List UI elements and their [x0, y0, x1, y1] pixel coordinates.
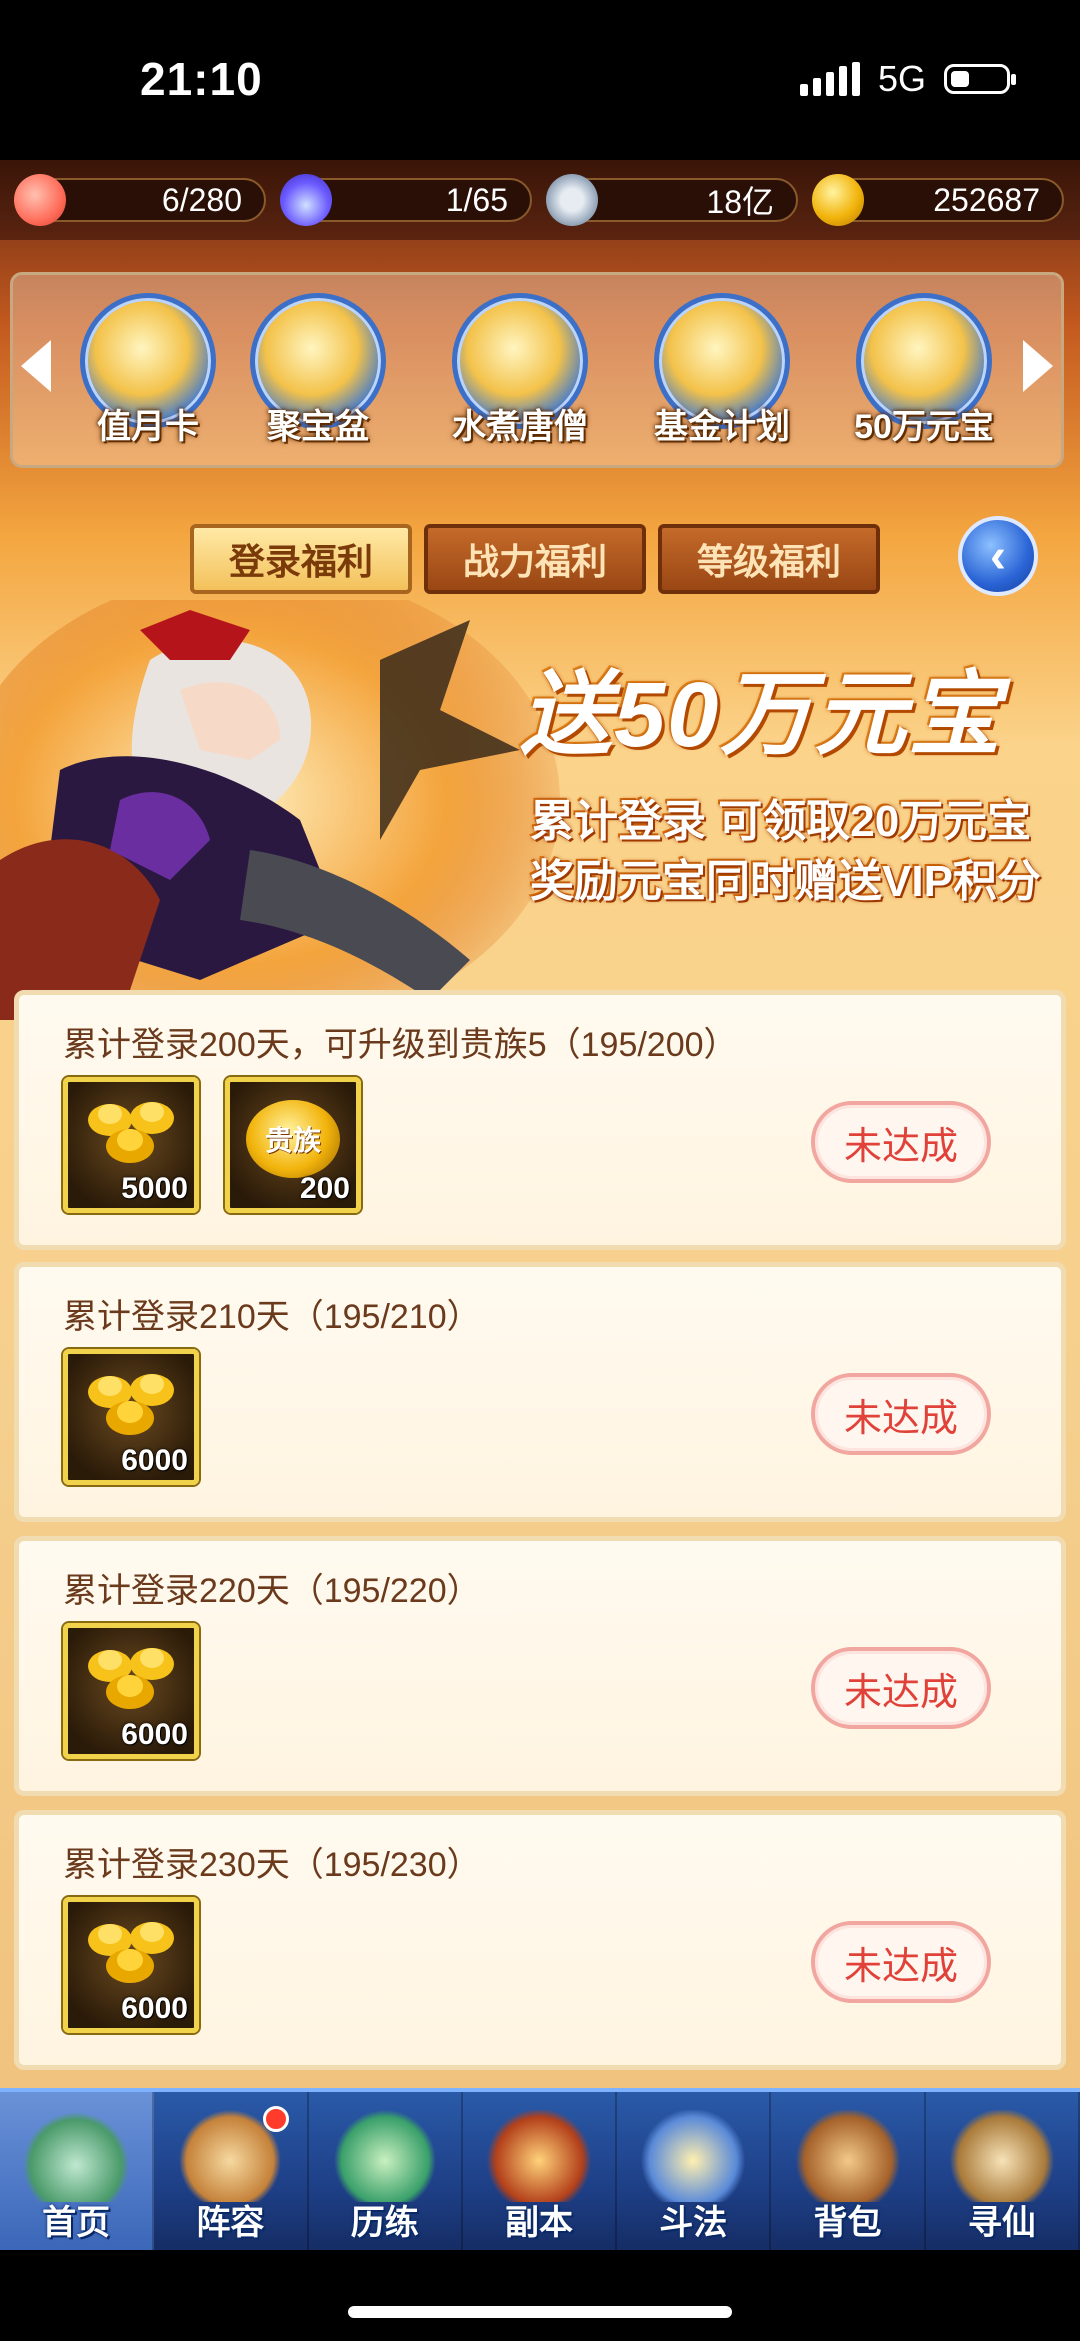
nav-label: 阵容: [196, 2204, 265, 2242]
training-icon: [332, 2110, 437, 2202]
peach-icon: [14, 174, 66, 226]
nav-label: 斗法: [659, 2204, 728, 2242]
carousel-right-arrow-icon[interactable]: [1023, 340, 1053, 392]
item-quantity: 6000: [121, 1992, 188, 2025]
tab-login-welfare[interactable]: 登录福利: [190, 524, 412, 594]
nav-item-home[interactable]: 首页: [0, 2092, 155, 2250]
copper-coin-icon: [546, 174, 598, 226]
back-button[interactable]: ‹: [958, 516, 1038, 596]
noble-badge-icon: 贵族: [246, 1100, 340, 1178]
event-label: 基金计划: [654, 408, 790, 446]
reward-title: 累计登录230天（195/230）: [63, 1846, 481, 1884]
nav-item-lineup[interactable]: 阵容: [154, 2092, 309, 2250]
hero-character-illustration: [0, 600, 560, 1020]
nav-item-duel[interactable]: 斗法: [617, 2092, 772, 2250]
resource-bar: 6/280 1/65 18亿 252687: [0, 160, 1080, 240]
nav-label: 副本: [504, 2204, 573, 2242]
status-right: 5G: [799, 58, 1016, 100]
event-label: 值月卡: [97, 408, 199, 446]
noble-badge-label: 贵族: [264, 1125, 321, 1156]
reward-item[interactable]: 6000: [63, 1623, 199, 1759]
reward-card: 累计登录210天（195/210） 6000 未达成: [14, 1262, 1066, 1522]
nav-label: 首页: [42, 2204, 111, 2242]
resource-value: 252687: [933, 181, 1040, 218]
resource-coin[interactable]: 18亿: [546, 174, 798, 226]
reward-item[interactable]: 6000: [63, 1349, 199, 1485]
item-quantity: 5000: [121, 1172, 188, 1205]
claim-status-button[interactable]: 未达成: [811, 1921, 991, 2003]
game-screen: 6/280 1/65 18亿 252687 值月卡 聚宝盆 水煮唐僧 基金计划 …: [0, 160, 1080, 2250]
event-monthly-card[interactable]: 值月卡: [63, 293, 233, 448]
bottom-nav: 首页 阵容 历练 副本 斗法 背包 寻仙: [0, 2088, 1080, 2250]
duel-icon: [641, 2110, 746, 2202]
backpack-icon: [795, 2110, 900, 2202]
nav-item-training[interactable]: 历练: [309, 2092, 463, 2250]
event-500k-ingots[interactable]: 50万元宝: [839, 293, 1009, 448]
reward-title: 累计登录210天（195/210）: [63, 1298, 481, 1336]
tab-level-welfare[interactable]: 等级福利: [658, 524, 880, 594]
resource-value: 6/280: [161, 181, 242, 218]
resource-value: 18亿: [706, 184, 774, 220]
quest-scroll-icon: [949, 2110, 1054, 2202]
status-bar: 21:10 5G: [0, 0, 1080, 160]
event-fund-plan[interactable]: 基金计划: [637, 293, 807, 448]
battery-icon: [944, 64, 1016, 94]
tab-power-welfare[interactable]: 战力福利: [424, 524, 646, 594]
event-label: 50万元宝: [854, 408, 994, 446]
status-time: 21:10: [140, 53, 263, 105]
reward-title: 累计登录200天，可升级到贵族5（195/200）: [63, 1026, 738, 1064]
item-quantity: 6000: [121, 1444, 188, 1477]
reward-title: 累计登录220天（195/220）: [63, 1572, 481, 1610]
event-carousel: 值月卡 聚宝盆 水煮唐僧 基金计划 50万元宝: [10, 272, 1064, 468]
network-type: 5G: [877, 58, 926, 99]
item-quantity: 200: [299, 1172, 350, 1205]
home-indicator[interactable]: [348, 2306, 732, 2318]
banner-line-2: 奖励元宝同时赠送VIP积分: [530, 857, 1041, 906]
gold-ingot-icon: [812, 174, 864, 226]
welfare-tabs: 登录福利 战力福利 等级福利: [190, 524, 880, 594]
gold-ingot-pile-icon: [88, 1922, 174, 1983]
resource-peach[interactable]: 6/280: [14, 174, 266, 226]
claim-status-button[interactable]: 未达成: [811, 1647, 991, 1729]
resource-value: 1/65: [445, 181, 508, 218]
spirit-flame-icon: [280, 174, 332, 226]
nav-item-dungeon[interactable]: 副本: [463, 2092, 618, 2250]
resource-spirit[interactable]: 1/65: [280, 174, 532, 226]
reward-item[interactable]: 贵族 200: [225, 1077, 361, 1213]
resource-gold[interactable]: 252687: [812, 174, 1064, 226]
event-label: 聚宝盆: [267, 408, 369, 446]
reward-card: 累计登录220天（195/220） 6000 未达成: [14, 1536, 1066, 1796]
banner-title: 送50万元宝: [520, 664, 1003, 766]
reward-card: 累计登录230天（195/230） 6000 未达成: [14, 1810, 1066, 2070]
back-arrow-icon: ‹: [990, 529, 1006, 583]
carousel-left-arrow-icon[interactable]: [21, 340, 51, 392]
signal-icon: [799, 62, 860, 96]
home-icon: [24, 2110, 129, 2202]
gold-ingot-pile-icon: [88, 1374, 174, 1435]
claim-status-button[interactable]: 未达成: [811, 1101, 991, 1183]
nav-item-quest[interactable]: 寻仙: [926, 2092, 1080, 2250]
nav-item-backpack[interactable]: 背包: [771, 2092, 926, 2250]
claim-status-button[interactable]: 未达成: [811, 1373, 991, 1455]
event-boiled-monk[interactable]: 水煮唐僧: [435, 293, 605, 448]
banner-line-1: 累计登录 可领取20万元宝: [530, 797, 1032, 846]
item-quantity: 6000: [121, 1718, 188, 1751]
nav-label: 寻仙: [967, 2204, 1036, 2242]
event-label: 水煮唐僧: [452, 408, 588, 446]
event-treasure-bowl[interactable]: 聚宝盆: [233, 293, 403, 448]
reward-item[interactable]: 5000: [63, 1077, 199, 1213]
gold-ingot-pile-icon: [88, 1102, 174, 1163]
reward-item[interactable]: 6000: [63, 1897, 199, 2033]
gold-ingot-pile-icon: [88, 1648, 174, 1709]
dungeon-gate-icon: [486, 2110, 591, 2202]
reward-card: 累计登录200天，可升级到贵族5（195/200） 5000 贵族 200 未达…: [14, 990, 1066, 1250]
nav-label: 历练: [350, 2204, 419, 2242]
nav-label: 背包: [813, 2204, 882, 2242]
notification-dot: [262, 2106, 289, 2132]
